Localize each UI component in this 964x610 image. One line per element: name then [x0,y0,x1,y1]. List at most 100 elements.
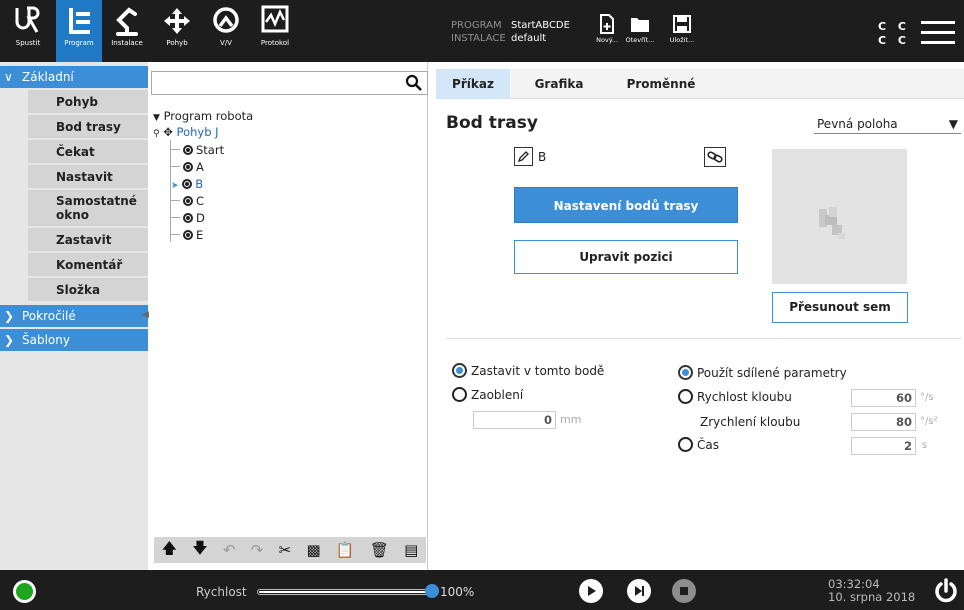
program-name: StartABCDE [511,20,570,31]
suppress-icon[interactable]: ▤ [404,541,418,559]
undo-icon[interactable]: ↶ [223,541,236,559]
stop-here-radio[interactable]: Zastavit v tomto bodě [452,362,604,380]
tab-installation-label: Instalace [111,39,143,47]
speed-slider-knob[interactable] [425,584,439,598]
speed-value: 100% [440,585,475,599]
waypoint-icon [183,162,193,172]
tab-io[interactable]: V/V [206,4,246,60]
edit-name-button[interactable] [514,147,533,166]
tab-command[interactable]: Příkaz [436,69,510,99]
category-advanced[interactable]: ❯ Pokročilé [0,305,148,327]
radio-unselected-icon [678,389,693,404]
nav-item-move[interactable]: Pohyb [28,90,148,115]
io-icon [213,7,239,33]
robot-power-status-icon[interactable] [13,580,36,603]
current-node-arrow-icon: ➤ [171,181,179,191]
joint-accel-field[interactable]: 80 [851,413,916,431]
blend-unit: mm [560,413,582,426]
blend-radius-field[interactable]: 0 [473,411,556,429]
joint-speed-field[interactable]: 60 [851,389,916,407]
move-down-icon[interactable]: 🡇 [192,538,207,563]
tab-variables[interactable]: Proměnné [616,69,706,99]
joint-speed-label: Rychlost kloubu [697,390,792,404]
edit-position-button[interactable]: Upravit pozici [514,240,738,274]
joint-speed-radio[interactable]: Rychlost kloubu [678,388,792,406]
collapse-handle-icon[interactable]: ◀ [142,310,149,320]
bottom-bar: Rychlost 100% 03:32:04 10. srpna 2018 [0,570,964,610]
speed-slider-fill [259,591,427,593]
radio-selected-icon [452,363,467,378]
delete-icon[interactable]: 🗑 [370,541,389,559]
category-advanced-label: Pokročilé [22,309,76,323]
radio-selected-icon [678,365,693,380]
robot-arm-preview-icon [819,207,845,239]
nav-item-folder[interactable]: Složka [28,278,148,303]
move-up-icon[interactable]: 🡅 [162,538,177,563]
time-field[interactable]: 2 [851,437,916,455]
chevron-down-icon: ∨ [4,70,13,84]
folder-icon [631,18,649,32]
stop-button[interactable] [672,579,696,603]
cut-icon[interactable]: ✂ [279,541,292,559]
nav-item-comment[interactable]: Komentář [28,253,148,278]
tab-program[interactable]: Program [56,0,102,62]
tree-move-node[interactable]: ⚲ ✥ Pohyb J [153,124,219,140]
set-waypoint-button[interactable]: Nastavení bodů trasy [514,187,738,223]
program-info: PROGRAM StartABCDE INSTALACE default [451,19,570,45]
radio-unselected-icon [678,437,693,452]
tab-move[interactable]: Pohyb [157,4,197,60]
tree-search-input[interactable] [151,71,428,95]
tab-graphics[interactable]: Grafika [524,69,594,99]
play-icon [588,586,596,596]
tab-log-label: Protokol [260,39,290,47]
shared-params-radio[interactable]: Použít sdílené parametry [678,364,847,382]
tree-waypoint-d[interactable]: D [183,210,205,226]
program-tree-panel: ▼ Program robota ⚲ ✥ Pohyb J Start A ➤ B… [149,62,428,570]
pose-type-select[interactable]: Pevná poloha ▼ [814,114,961,134]
blend-radio[interactable]: Zaoblení [452,386,523,404]
move-arrows-icon [164,8,190,34]
tree-waypoint-a[interactable]: A [183,159,204,175]
step-button[interactable] [627,579,651,603]
tab-log[interactable]: Protokol [255,4,295,60]
time-radio[interactable]: Čas [678,436,719,454]
robot-arm-icon [116,7,138,36]
search-icon[interactable] [405,74,423,92]
power-icon[interactable] [933,578,959,604]
move-here-button[interactable]: Přesunout sem [772,292,908,323]
copy-icon[interactable]: ▩ [306,541,320,559]
play-button[interactable] [579,579,603,603]
link-waypoint-button[interactable] [704,147,726,167]
tree-waypoint-c[interactable]: C [183,193,204,209]
tab-io-label: V/V [220,39,232,47]
speed-slider[interactable] [257,589,429,595]
paste-icon[interactable]: 📋 [336,541,355,559]
tree-waypoint-e[interactable]: E [183,227,203,243]
tab-installation[interactable]: Instalace [105,4,149,60]
nav-item-halt[interactable]: Zastavit [28,228,148,253]
nav-item-popup[interactable]: Samostatné okno [28,190,148,228]
redo-icon[interactable]: ↷ [251,541,264,559]
step-icon [635,586,644,596]
category-basic[interactable]: ∨ Základní [0,66,148,88]
nav-item-waypoint[interactable]: Bod trasy [28,115,148,140]
tree-root[interactable]: ▼ Program robota [153,108,253,124]
tab-run[interactable]: Spustit [6,4,50,60]
tree-waypoint-b[interactable]: ➤ B [171,176,203,192]
command-nav: ∨ Základní Pohyb Bod trasy Čekat Nastavi… [0,62,148,570]
waypoint-icon [183,230,193,240]
hamburger-menu-icon[interactable] [921,21,955,45]
joint-accel-unit: °/s² [920,416,938,427]
nav-item-set[interactable]: Nastavit [28,165,148,190]
save-button[interactable]: Uložit... [666,14,698,44]
dropdown-arrow-icon: ▼ [948,117,958,131]
new-button[interactable]: Nový... [591,14,623,44]
category-templates[interactable]: ❯ Šablony [0,329,148,351]
nav-item-wait[interactable]: Čekat [28,140,148,165]
program-icon [69,8,90,34]
tree-waypoint-start[interactable]: Start [183,142,224,158]
pose-type-value: Pevná poloha [817,117,898,131]
new-button-label: Nový... [596,36,618,44]
move-cross-icon: ✥ [163,125,173,139]
open-button[interactable]: Otevřít... [622,14,658,44]
